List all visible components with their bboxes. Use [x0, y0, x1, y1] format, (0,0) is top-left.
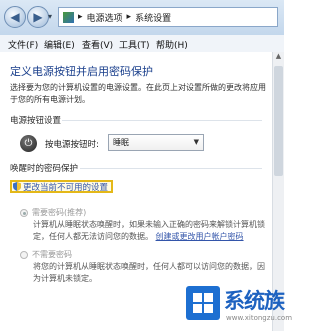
uac-shield-icon — [13, 182, 21, 191]
address-bar[interactable]: ▸ 电源选项 ▸ 系统设置 — [58, 7, 278, 27]
menu-file[interactable]: 文件(F) — [8, 38, 38, 51]
menu-bar: 文件(F) 编辑(E) 查看(V) 工具(T) 帮助(H) — [0, 35, 284, 53]
breadcrumb-system-settings[interactable]: 系统设置 — [135, 11, 171, 24]
watermark-logo — [186, 286, 220, 320]
breadcrumb-power-options[interactable]: 电源选项 — [87, 11, 123, 24]
power-button-heading: 电源按钮设置 — [10, 116, 62, 126]
power-button-action-value: 睡眠 — [113, 138, 129, 147]
control-panel-icon — [63, 11, 74, 23]
breadcrumb-separator: ▸ — [126, 12, 132, 22]
no-password-description: 将您的计算机从睡眠状态唤醒时，任何人都可以访问您的数据，因为计算机未锁定。 — [33, 262, 265, 283]
back-arrow-icon: ◀ — [10, 10, 20, 24]
menu-edit[interactable]: 编辑(E) — [44, 38, 75, 51]
require-password-radio[interactable] — [20, 209, 28, 217]
no-password-radio[interactable] — [20, 251, 28, 259]
no-password-label: 不需要密码 — [32, 250, 72, 259]
chevron-down-icon: ▼ — [193, 138, 199, 146]
page-title: 定义电源按钮并启用密码保护 — [10, 65, 153, 78]
power-button-label: 按电源按钮时: — [45, 140, 99, 150]
divider — [80, 168, 262, 169]
divider — [62, 120, 262, 121]
scrollbar-thumb[interactable] — [274, 66, 283, 176]
back-button[interactable]: ◀ — [4, 6, 26, 28]
scroll-up-icon[interactable]: ▲ — [273, 52, 284, 64]
intro-text: 选择要为您的计算机设置的电源设置。在此页上对设置所做的更改将应用于您的所有电源计… — [10, 83, 266, 104]
require-password-description: 计算机从睡眠状态唤醒时，如果未输入正确的密码来解锁计算机锁定，任何人都无法访问您… — [33, 219, 269, 243]
breadcrumb-separator: ▸ — [78, 12, 83, 22]
forward-button[interactable]: ▶ — [27, 6, 49, 28]
power-button-icon: ⏻ — [20, 135, 37, 152]
menu-view[interactable]: 查看(V) — [82, 38, 113, 51]
title-bar: ◀ ▶ ▾ ▸ 电源选项 ▸ 系统设置 — [0, 0, 284, 35]
power-button-action-select[interactable]: 睡眠 ▼ — [108, 134, 204, 151]
forward-arrow-icon: ▶ — [33, 10, 43, 24]
require-password-label: 需要密码(推荐) — [32, 208, 87, 217]
change-unavailable-settings-link[interactable]: 更改当前不可用的设置 — [23, 181, 108, 193]
menu-help[interactable]: 帮助(H) — [156, 38, 188, 51]
watermark-url: www.xitongzu.com — [226, 314, 293, 322]
recent-pages-dropdown[interactable]: ▾ — [48, 12, 52, 21]
create-password-link[interactable]: 创建或更改用户帐户密码 — [156, 232, 244, 241]
watermark-text: 系统族 — [224, 289, 285, 313]
menu-tools[interactable]: 工具(T) — [119, 38, 150, 51]
password-heading: 唤醒时的密码保护 — [10, 164, 79, 174]
